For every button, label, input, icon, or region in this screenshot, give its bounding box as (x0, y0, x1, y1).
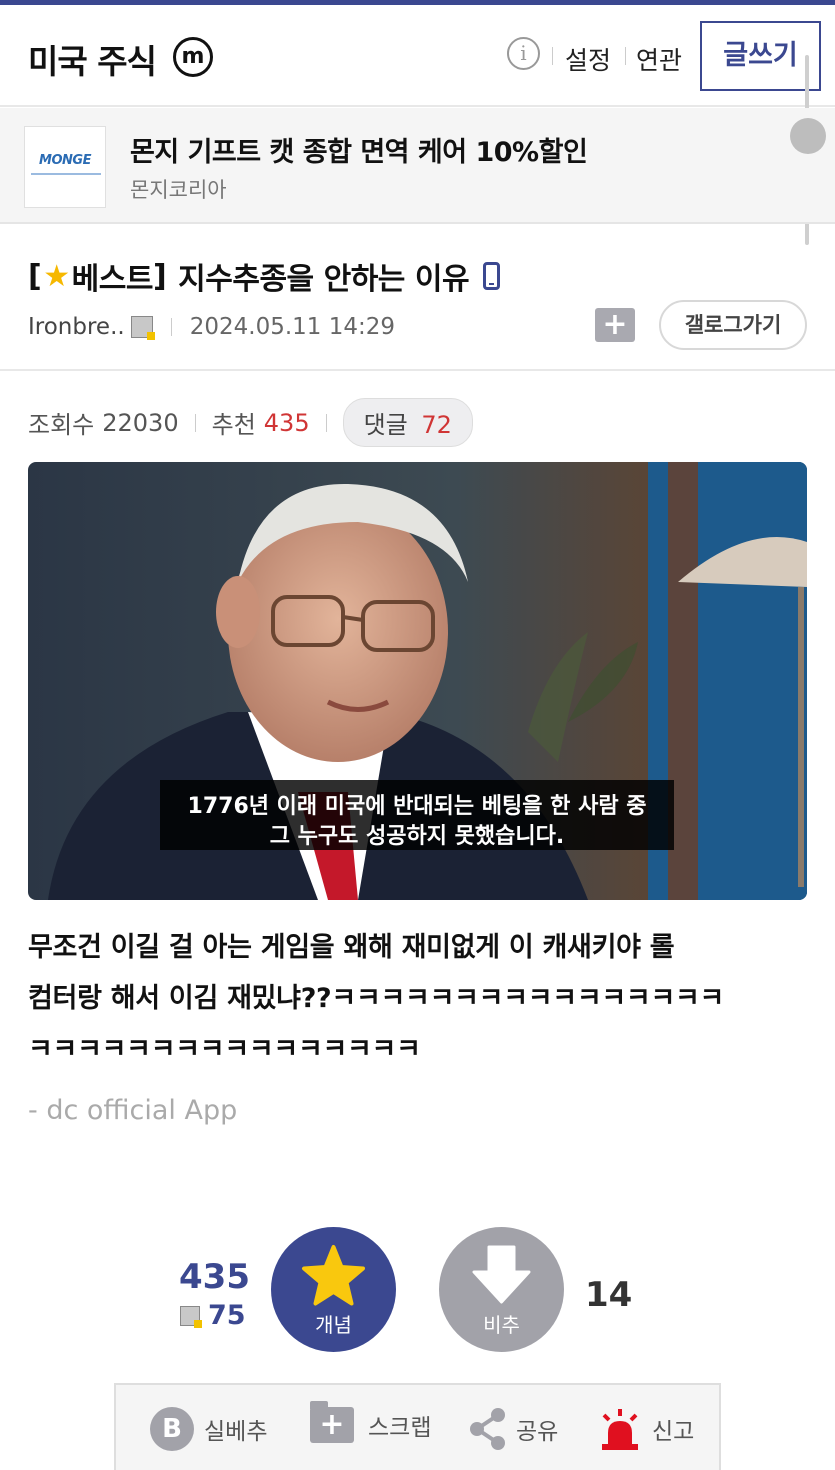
stats-divider (194, 413, 196, 432)
meta-divider (170, 318, 172, 336)
gallog-button[interactable]: 갤로그가기 (659, 300, 807, 350)
share-label: 공유 (516, 1419, 559, 1445)
stats-divider (325, 413, 327, 432)
report-button[interactable]: 신고 (598, 1407, 694, 1451)
subtitle-line-1: 1776년 이래 미국에 반대되는 베팅을 한 사람 중 (187, 794, 647, 819)
ad-banner[interactable]: MONGE 몬지 기프트 캣 종합 면역 케어 10%할인 몬지코리아 (0, 108, 835, 224)
video-subtitle: 1776년 이래 미국에 반대되는 베팅을 한 사람 중 그 누구도 성공하지 … (160, 780, 674, 850)
post-action-bar: B 실베추 + 스크랩 공유 신고 (114, 1383, 721, 1470)
post-image[interactable]: 1776년 이래 미국에 반대되는 베팅을 한 사람 중 그 누구도 성공하지 … (28, 462, 807, 900)
post-date: 2024.05.11 14:29 (189, 314, 396, 340)
siren-icon (602, 1409, 638, 1450)
subtitle-line-2: 그 누구도 성공하지 못했습니다. (269, 824, 565, 849)
body-line: 컴터랑 해서 이김 재밌냐??ㅋㅋㅋㅋㅋㅋㅋㅋㅋㅋㅋㅋㅋㅋㅋㅋ (28, 983, 725, 1014)
best-star-icon: ★ (43, 258, 70, 294)
scrap-label: 스크랩 (368, 1415, 432, 1441)
mobile-post-icon (483, 262, 501, 290)
header-divider (552, 47, 553, 65)
views-label: 조회수 (28, 411, 95, 439)
upvote-button[interactable]: 개념 (271, 1227, 396, 1352)
scrap-button[interactable]: + 스크랩 (310, 1401, 432, 1443)
write-button[interactable]: 글쓰기 (700, 21, 821, 91)
post-title-text: 지수추종을 안하는 이유 (178, 262, 470, 297)
title-bracket-close: ] (152, 258, 167, 294)
settings-link[interactable]: 설정 (565, 41, 611, 77)
ad-advertiser: 몬지코리아 (130, 178, 227, 202)
post-meta: Ironbre.. 2024.05.11 14:29 (28, 314, 395, 340)
upvote-label: 개념 (315, 1313, 352, 1337)
comments-button[interactable]: 댓글 72 (342, 398, 473, 447)
report-label: 신고 (652, 1419, 695, 1445)
post-stats: 조회수 22030 추천 435 댓글 72 (28, 398, 473, 447)
share-icon (470, 1408, 505, 1450)
body-line: 무조건 이길 걸 아는 게임을 왜해 재미없게 이 캐새키야 롤 (28, 932, 675, 963)
title-bracket-open: [ (28, 258, 42, 294)
header-divider (625, 47, 626, 65)
real-best-label: 실베추 (204, 1419, 268, 1445)
comments-count: 72 (421, 411, 452, 439)
downvote-button[interactable]: 비추 (439, 1227, 564, 1352)
best-badge-label: 베스트 (71, 262, 154, 297)
fixed-nick-icon (180, 1305, 202, 1328)
add-folder-icon[interactable]: + (595, 308, 635, 342)
ad-logo-text: MONGE (39, 153, 91, 168)
upvote-count: 435 (179, 1257, 250, 1297)
fixed-nick-upvotes: 75 (180, 1300, 246, 1331)
minor-gallery-badge-icon: m (173, 37, 213, 77)
ad-logo: MONGE (24, 126, 106, 208)
fixed-nick-upvote-count: 75 (208, 1300, 246, 1331)
ad-logo-underline (31, 173, 101, 175)
post-body: 무조건 이길 걸 아는 게임을 왜해 재미없게 이 캐새키야 롤 컴터랑 해서 … (28, 922, 813, 1075)
real-best-button[interactable]: B 실베추 (150, 1407, 267, 1451)
recommend-label: 추천 (211, 411, 256, 439)
downvote-label: 비추 (483, 1313, 520, 1337)
post-header: [ ★ 베스트 ] 지수추종을 안하는 이유 Ironbre.. 2024.05… (0, 226, 835, 371)
fixed-nick-icon (130, 316, 155, 340)
info-icon[interactable]: i (507, 37, 540, 70)
share-button[interactable]: 공유 (468, 1407, 558, 1451)
body-line: ㅋㅋㅋㅋㅋㅋㅋㅋㅋㅋㅋㅋㅋㅋㅋㅋ (28, 1034, 421, 1065)
app-signature: - dc official App (28, 1095, 238, 1126)
views-count: 22030 (102, 408, 179, 437)
ad-title[interactable]: 몬지 기프트 캣 종합 면역 케어 10%할인 (130, 130, 588, 169)
related-link[interactable]: 연관 (636, 41, 682, 77)
scrap-folder-icon: + (310, 1401, 354, 1443)
gallery-title[interactable]: 미국 주식 (28, 35, 157, 83)
author-name[interactable]: Ironbre.. (28, 314, 125, 340)
real-best-icon: B (150, 1407, 194, 1451)
comments-label: 댓글 (363, 411, 408, 439)
ad-indicator-dot (790, 118, 826, 154)
post-title: [ ★ 베스트 ] 지수추종을 안하는 이유 (28, 254, 501, 298)
gallery-header: 미국 주식 m i 설정 연관 글쓰기 (0, 5, 835, 107)
recommend-count: 435 (263, 408, 310, 437)
downvote-count: 14 (585, 1275, 633, 1315)
